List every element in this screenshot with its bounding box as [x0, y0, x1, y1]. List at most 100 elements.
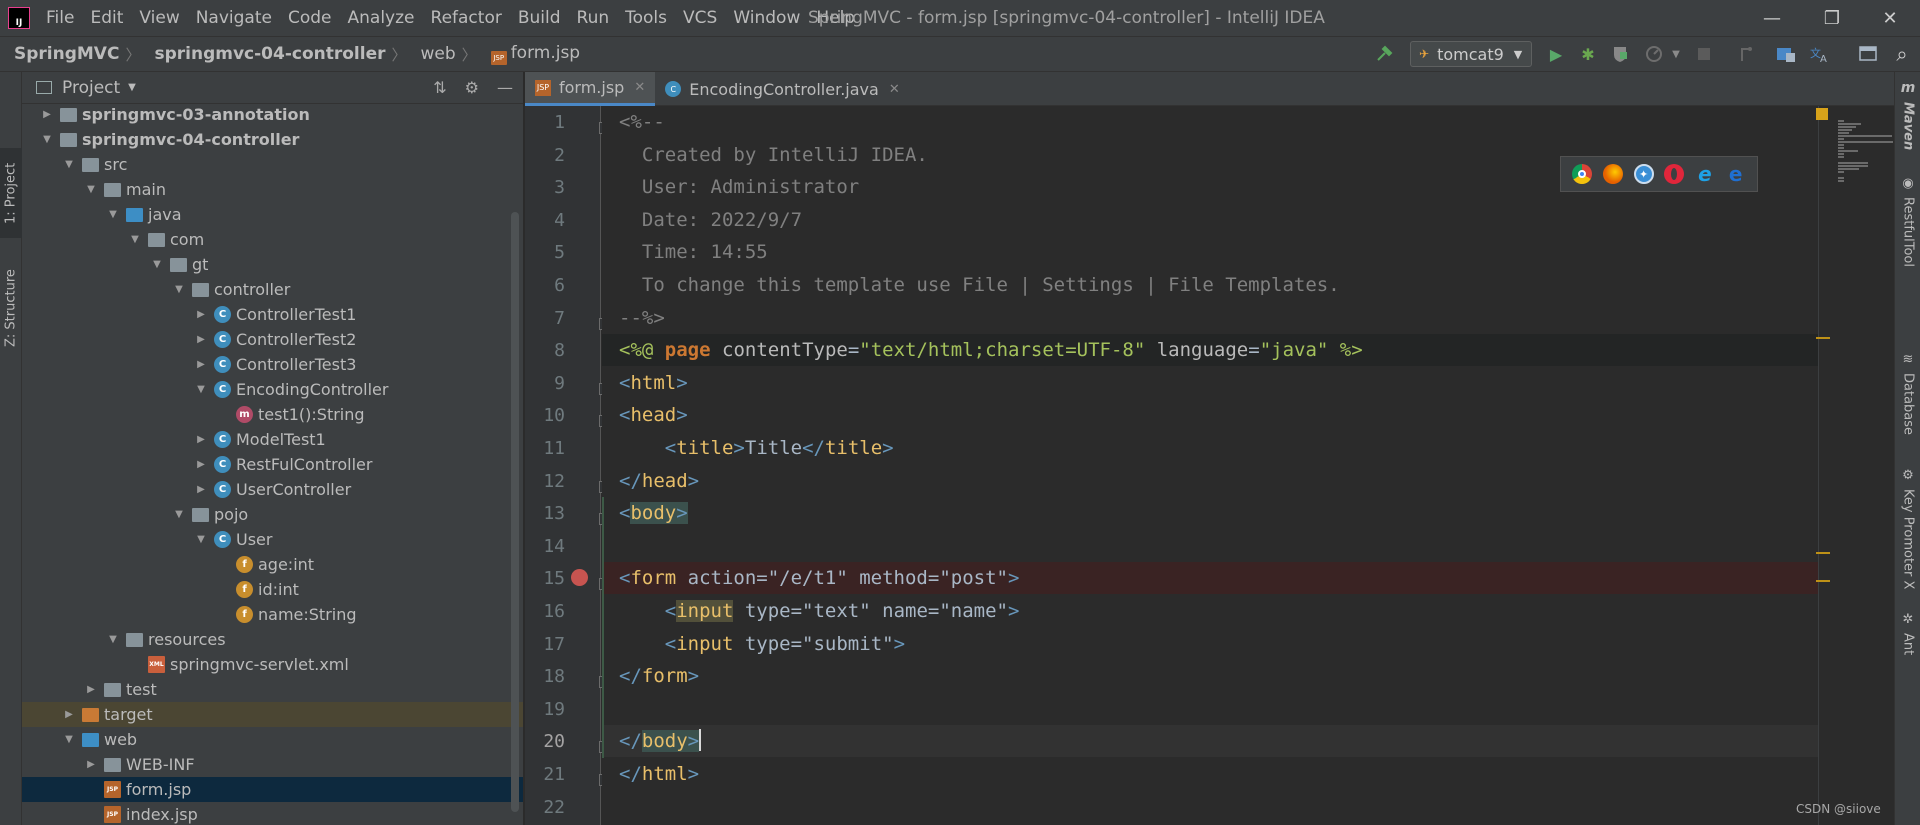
code-line[interactable]: <%--	[602, 106, 1820, 138]
menu-window[interactable]: Window	[725, 0, 808, 36]
inspection-warning-icon[interactable]	[1816, 108, 1828, 120]
gear-icon[interactable]: ⚙	[465, 78, 479, 97]
tab-form-jsp[interactable]: JSP form.jsp ✕	[525, 72, 656, 106]
tree-item[interactable]: m test1():String	[22, 402, 523, 427]
chevron-right-icon[interactable]: ▶	[84, 752, 98, 777]
tree-item[interactable]: ▶ C ControllerTest1	[22, 302, 523, 327]
close-icon[interactable]: ✕	[889, 82, 900, 97]
breadcrumb-module[interactable]: springmvc-04-controller	[140, 44, 385, 64]
tree-item[interactable]: ▶ C ControllerTest3	[22, 352, 523, 377]
menu-tools[interactable]: Tools	[617, 0, 675, 36]
chevron-down-icon[interactable]: ▼	[128, 227, 142, 252]
tree-item[interactable]: ▶ springmvc-03-annotation	[22, 102, 523, 127]
code-line[interactable]: Time: 14:55	[602, 236, 1820, 268]
chevron-right-icon[interactable]: ▶	[84, 677, 98, 702]
code-line[interactable]	[602, 530, 1820, 562]
code-line[interactable]: <input type="text" name="name">	[602, 595, 1820, 627]
chevron-down-icon[interactable]: ▼	[172, 502, 186, 527]
firefox-icon[interactable]	[1602, 164, 1623, 184]
run-configuration-select[interactable]: ✈ tomcat9 ▼	[1410, 41, 1532, 67]
menu-file[interactable]: File	[38, 0, 82, 36]
menu-refactor[interactable]: Refactor	[423, 0, 510, 36]
tree-item[interactable]: ▶ target	[22, 702, 523, 727]
project-panel-title[interactable]: Project	[62, 78, 120, 98]
editor-scrollbar[interactable]	[1818, 106, 1834, 825]
chevron-right-icon[interactable]: ▶	[194, 352, 208, 377]
debug-icon[interactable]: ✱	[1578, 44, 1598, 64]
tree-item[interactable]: ▼ springmvc-04-controller	[22, 127, 523, 152]
edge-icon[interactable]: e	[1726, 162, 1746, 186]
warning-marker[interactable]	[1816, 580, 1830, 582]
restore-button[interactable]: ❐	[1802, 0, 1862, 36]
code-line[interactable]: </body>	[602, 725, 1820, 758]
code-line[interactable]: </head>	[602, 465, 1820, 497]
tab-database[interactable]: ≋ Database	[1895, 352, 1920, 452]
code-line[interactable]: <head>	[602, 399, 1820, 431]
menu-edit[interactable]: Edit	[82, 0, 131, 36]
coverage-icon[interactable]	[1610, 44, 1630, 64]
breadcrumb-folder[interactable]: web	[407, 44, 456, 64]
tree-item[interactable]: JSP form.jsp	[22, 777, 523, 802]
chevron-down-icon[interactable]: ▼	[62, 727, 76, 752]
code-line[interactable]: To change this template use File | Setti…	[602, 269, 1820, 301]
tree-item[interactable]: ▼ C User	[22, 527, 523, 552]
close-window-button[interactable]: ✕	[1860, 0, 1920, 36]
profiler-dropdown-icon[interactable]: ▼	[1666, 44, 1686, 64]
project-scrollbar[interactable]	[511, 212, 519, 812]
menu-navigate[interactable]: Navigate	[188, 0, 280, 36]
chevron-down-icon[interactable]: ▼	[84, 177, 98, 202]
tree-item[interactable]: ▶ WEB-INF	[22, 752, 523, 777]
tree-item[interactable]: f age:int	[22, 552, 523, 577]
tab-encoding-controller[interactable]: C EncodingController.java ✕	[655, 72, 909, 106]
tab-restfultool[interactable]: ◉ RestfulTool	[1895, 176, 1920, 336]
menu-vcs[interactable]: VCS	[675, 0, 725, 36]
chevron-down-icon[interactable]: ▼	[106, 202, 120, 227]
code-line[interactable]: <form action="/e/t1" method="post">	[602, 562, 1820, 595]
build-hammer-icon[interactable]	[1374, 44, 1394, 64]
tree-item[interactable]: ▼ C EncodingController	[22, 377, 523, 402]
breadcrumb-file[interactable]: JSP form.jsp	[477, 43, 580, 65]
menu-view[interactable]: View	[131, 0, 187, 36]
chevron-right-icon[interactable]: ▶	[40, 102, 54, 127]
chevron-right-icon[interactable]: ▶	[194, 427, 208, 452]
menu-run[interactable]: Run	[569, 0, 618, 36]
chevron-down-icon[interactable]: ▼	[128, 82, 136, 93]
profiler-icon[interactable]	[1644, 44, 1664, 64]
minimize-button[interactable]: —	[1742, 0, 1802, 36]
chevron-right-icon[interactable]: ▶	[194, 452, 208, 477]
chevron-right-icon[interactable]: ▶	[194, 477, 208, 502]
code-line[interactable]: </html>	[602, 758, 1820, 790]
chevron-down-icon[interactable]: ▼	[40, 127, 54, 152]
chevron-right-icon[interactable]: ▶	[62, 702, 76, 727]
ie-icon[interactable]: e	[1695, 162, 1715, 186]
breadcrumb-project[interactable]: SpringMVC	[0, 44, 119, 64]
code-line[interactable]: Date: 2022/9/7	[602, 204, 1820, 236]
tree-item[interactable]: ▶ C RestFulController	[22, 452, 523, 477]
tree-item[interactable]: ▼ pojo	[22, 502, 523, 527]
tab-structure[interactable]: Z: Structure	[0, 258, 22, 358]
safari-icon[interactable]: ✦	[1633, 164, 1654, 184]
menu-code[interactable]: Code	[280, 0, 340, 36]
chevron-right-icon[interactable]: ▶	[194, 327, 208, 352]
tree-item[interactable]: ▼ src	[22, 152, 523, 177]
tab-ant[interactable]: ✲ Ant	[1895, 612, 1920, 672]
vcs-update-icon[interactable]	[1736, 44, 1756, 64]
tab-project[interactable]: 1: Project	[0, 148, 22, 238]
code-line[interactable]: <%@ page contentType="text/html;charset=…	[602, 334, 1820, 367]
collapse-all-icon[interactable]: ⇅	[433, 78, 446, 97]
hide-panel-icon[interactable]: —	[497, 78, 513, 97]
tree-item[interactable]: ▼ controller	[22, 277, 523, 302]
code-line[interactable]	[602, 693, 1820, 725]
tree-item[interactable]: XML springmvc-servlet.xml	[22, 652, 523, 677]
tree-item[interactable]: f name:String	[22, 602, 523, 627]
tree-item[interactable]: ▶ C ModelTest1	[22, 427, 523, 452]
chevron-down-icon[interactable]: ▼	[106, 627, 120, 652]
code-line[interactable]: <body>	[602, 497, 1820, 529]
chevron-down-icon[interactable]: ▼	[150, 252, 164, 277]
code-line[interactable]: <html>	[602, 367, 1820, 399]
tree-item[interactable]: JSP index.jsp	[22, 802, 523, 825]
warning-marker[interactable]	[1816, 552, 1830, 554]
code-line[interactable]: <input type="submit">	[602, 628, 1820, 660]
presentation-icon[interactable]	[1858, 44, 1878, 64]
tree-item[interactable]: ▶ C UserController	[22, 477, 523, 502]
